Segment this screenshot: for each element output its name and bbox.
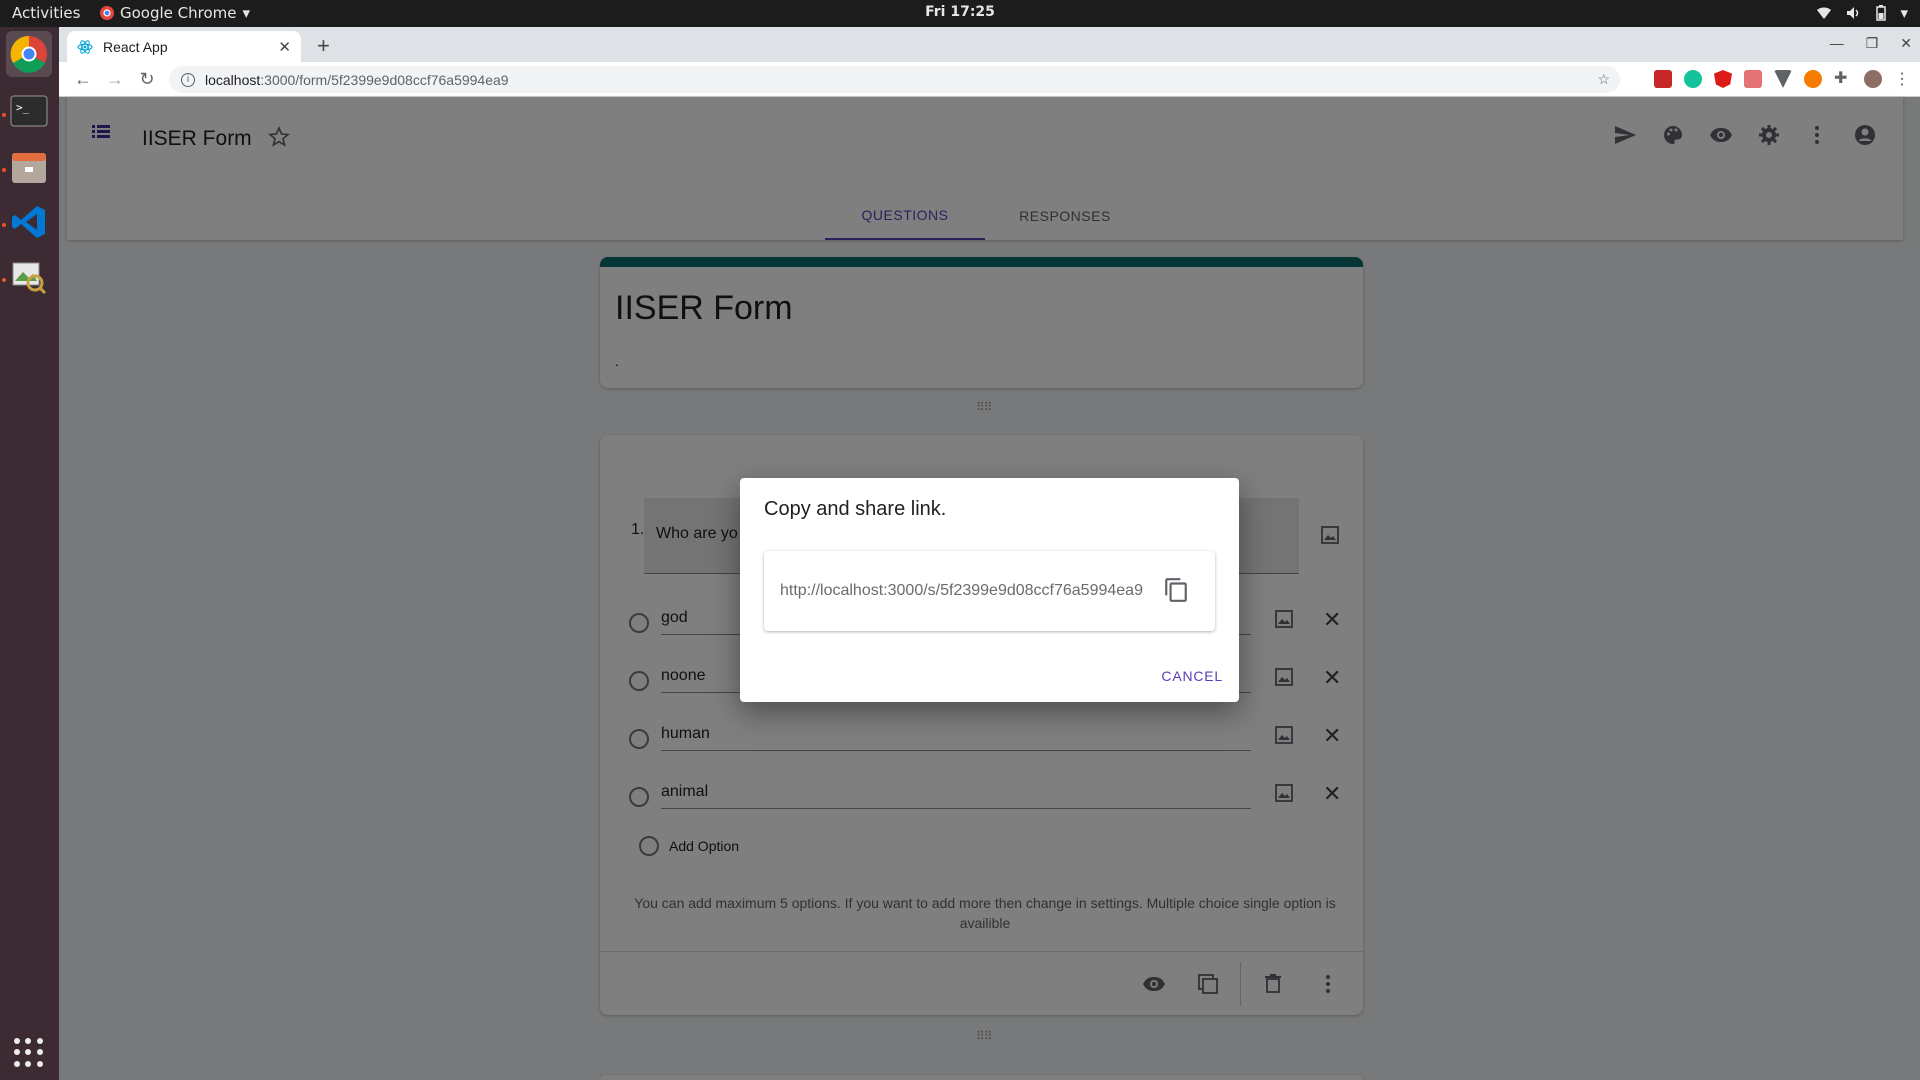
bookmark-star-icon[interactable]: ☆ [1597,71,1610,88]
reload-icon[interactable]: ↻ [131,69,163,90]
react-favicon-icon [77,39,93,54]
system-top-bar: Activities Google Chrome ▾ Fri 17:25 ▾ [0,0,1920,27]
caret-down-icon: ▾ [242,4,251,22]
dialog-title: Copy and share link. [764,498,947,520]
extension-pink-icon[interactable] [1744,70,1762,88]
copy-icon[interactable] [1163,577,1189,603]
extension-red-icon[interactable] [1654,70,1672,88]
tab-title: React App [103,38,168,55]
dock-image-viewer[interactable] [6,254,52,300]
battery-icon [1876,5,1887,21]
url-host: localhost [205,71,261,88]
files-icon [12,153,46,183]
clock[interactable]: Fri 17:25 [925,4,995,20]
address-bar-row: ← → ↻ i localhost:3000/form/5f2399e9d08c… [59,62,1920,97]
restore-icon[interactable]: ❐ [1866,35,1879,52]
extensions-puzzle-icon[interactable]: ✚ [1834,70,1852,88]
profile-avatar-icon[interactable] [1864,70,1882,88]
dock-chrome[interactable] [6,31,52,77]
angular-icon[interactable] [1714,70,1732,88]
new-tab-icon[interactable]: + [317,33,330,59]
cancel-button[interactable]: CANCEL [1161,668,1223,684]
back-icon[interactable]: ← [67,69,99,90]
chrome-icon [10,35,47,73]
window-controls: — ❐ ✕ [1830,35,1912,52]
grammarly-icon[interactable] [1684,70,1702,88]
chrome-menu-icon[interactable]: ⋮ [1894,69,1910,89]
url-bar[interactable]: i localhost:3000/form/5f2399e9d08ccf76a5… [169,66,1620,93]
activities-button[interactable]: Activities [12,4,80,22]
dock-vscode[interactable] [6,199,52,245]
forward-icon[interactable]: → [99,69,131,90]
power-menu-icon: ▾ [1900,4,1908,22]
wifi-icon [1817,7,1832,19]
vscode-icon [12,206,45,238]
url-path: :3000/form/5f2399e9d08ccf76a5994ea9 [260,71,509,88]
svg-text:>_: >_ [16,101,30,114]
share-link-text[interactable]: http://localhost:3000/s/5f2399e9d08ccf76… [780,582,1143,600]
volume-icon [1847,7,1859,19]
extensions-area: ✚ ⋮ [1654,69,1910,89]
tab-strip: React App ✕ + — ❐ ✕ [59,27,1920,62]
share-link-box: http://localhost:3000/s/5f2399e9d08ccf76… [764,551,1215,631]
system-tray[interactable]: ▾ [1816,4,1908,22]
dock-terminal[interactable]: >_ [6,88,52,134]
show-applications-button[interactable] [14,1038,44,1068]
close-tab-icon[interactable]: ✕ [278,38,291,56]
browser-tab[interactable]: React App ✕ [67,31,301,62]
image-viewer-icon [12,262,47,295]
terminal-icon: >_ [10,95,48,127]
chrome-small-icon [100,6,114,20]
app-menu[interactable]: Google Chrome ▾ [100,4,250,22]
extension-orange-icon[interactable] [1804,70,1822,88]
dock-files[interactable] [6,144,52,190]
site-info-icon[interactable]: i [181,72,195,87]
minimize-icon[interactable]: — [1830,35,1844,52]
close-window-icon[interactable]: ✕ [1900,35,1912,52]
app-menu-label: Google Chrome [120,4,237,22]
extension-v-icon[interactable] [1774,70,1792,88]
ubuntu-dock: >_ [0,27,59,1080]
share-link-dialog: Copy and share link. http://localhost:30… [740,478,1239,702]
